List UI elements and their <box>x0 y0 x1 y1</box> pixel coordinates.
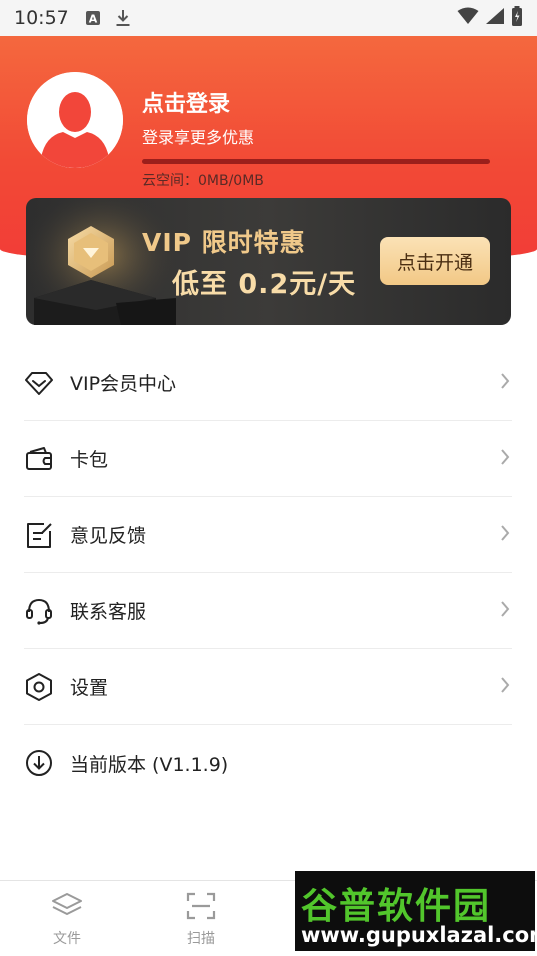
font-a-icon: A <box>85 10 101 26</box>
tab-label: 文件 <box>53 931 81 947</box>
status-time: 10:57 <box>14 7 69 29</box>
login-title[interactable]: 点击登录 <box>142 86 230 118</box>
menu-item-feedback[interactable]: 意见反馈 <box>24 497 512 573</box>
chevron-right-icon <box>500 600 510 622</box>
chevron-right-icon <box>500 448 510 470</box>
feedback-icon <box>24 520 54 550</box>
scan-icon <box>185 891 217 925</box>
download-circle-icon <box>24 748 54 778</box>
download-icon <box>115 9 131 27</box>
status-bar: 10:57 A <box>0 0 537 36</box>
settings-menu: VIP会员中心 卡包 意见反馈 联系客服 设置 当前版本 (V1.1.9) <box>24 345 512 801</box>
tab-files[interactable]: 文件 <box>27 881 107 956</box>
menu-item-label: 设置 <box>70 677 109 699</box>
user-silhouette-icon <box>27 72 123 168</box>
menu-item-version[interactable]: 当前版本 (V1.1.9) <box>24 725 512 801</box>
menu-item-customer-service[interactable]: 联系客服 <box>24 573 512 649</box>
watermark-logo: 谷普软件园 www.gupuxlazal.com <box>295 871 537 951</box>
layers-icon <box>51 891 83 925</box>
vip-badge-graphic <box>26 198 176 325</box>
tab-label: 扫描 <box>187 931 215 947</box>
menu-item-label: VIP会员中心 <box>70 373 177 395</box>
wifi-icon <box>457 7 479 29</box>
menu-item-label: 意见反馈 <box>70 525 147 547</box>
svg-text:A: A <box>89 13 98 26</box>
watermark-url: www.gupuxlazal.com <box>301 923 537 947</box>
vip-promo-banner[interactable]: VIP 限时特惠 低至 0.2元/天 点击开通 <box>26 198 511 325</box>
menu-item-card-wallet[interactable]: 卡包 <box>24 421 512 497</box>
chevron-right-icon <box>500 372 510 394</box>
menu-item-label: 卡包 <box>70 449 109 471</box>
vip-title: VIP 限时特惠 <box>142 228 306 257</box>
wallet-icon <box>24 444 54 474</box>
diamond-icon <box>24 368 54 398</box>
menu-item-label: 联系客服 <box>70 601 147 623</box>
avatar[interactable] <box>27 72 123 168</box>
battery-icon <box>511 6 523 30</box>
chevron-right-icon <box>500 524 510 546</box>
headset-icon <box>24 596 54 626</box>
menu-item-settings[interactable]: 设置 <box>24 649 512 725</box>
login-subtitle: 登录享更多优惠 <box>142 128 255 147</box>
storage-progress-bar <box>142 159 490 164</box>
open-vip-button[interactable]: 点击开通 <box>380 237 490 285</box>
storage-text: 云空间：0MB/0MB <box>142 173 264 189</box>
tab-scan[interactable]: 扫描 <box>161 881 241 956</box>
signal-icon <box>485 7 505 29</box>
watermark-title: 谷普软件园 <box>301 886 492 927</box>
chevron-right-icon <box>500 676 510 698</box>
menu-item-label: 当前版本 (V1.1.9) <box>70 753 229 776</box>
settings-hexagon-icon <box>24 672 54 702</box>
menu-item-vip-center[interactable]: VIP会员中心 <box>24 345 512 421</box>
vip-price: 低至 0.2元/天 <box>172 269 357 300</box>
